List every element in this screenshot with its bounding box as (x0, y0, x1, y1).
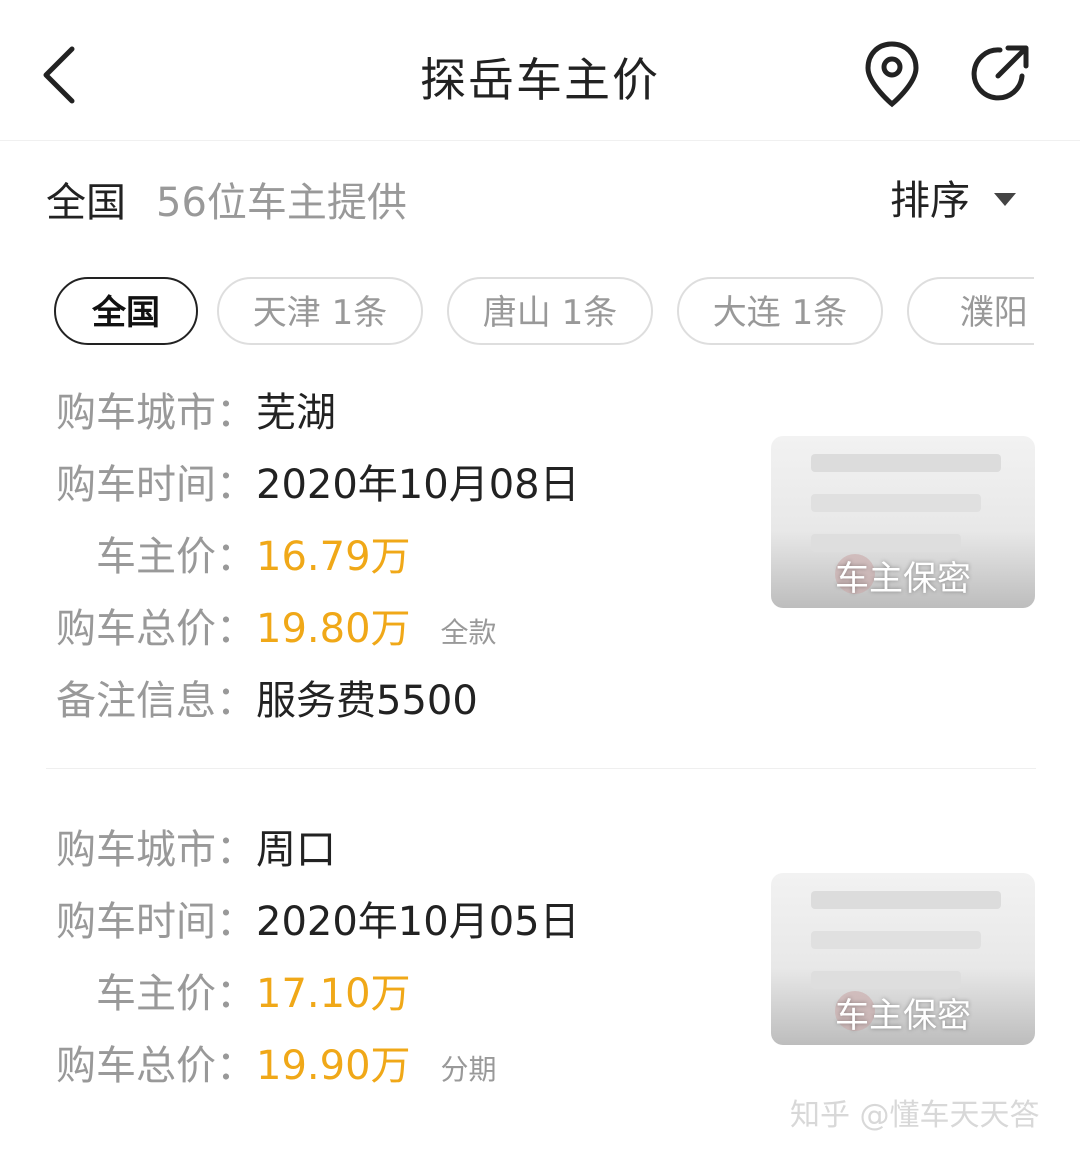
watermark: 知乎 @懂车天天答 (790, 1098, 1040, 1133)
owner-price-value: 16.79万 (256, 534, 411, 580)
owner-price-row: 车主价：16.79万 (46, 524, 411, 584)
owner-secret-label: 车主保密 (835, 559, 971, 599)
city-filter-chips: 全国 天津 1条 唐山 1条 大连 1条 濮阳 1 (54, 277, 1034, 349)
note-label: 备注信息： (56, 678, 256, 724)
chip-tangshan[interactable]: 唐山 1条 (447, 277, 653, 345)
summary-line: 全国 56位车主提供 (46, 170, 407, 228)
note-value: 服务费5500 (256, 678, 478, 724)
share-icon[interactable] (964, 38, 1036, 110)
date-value: 2020年10月05日 (256, 899, 580, 945)
owner-price-label: 车主价： (96, 971, 256, 1017)
total-price-row: 购车总价：19.90万 分期 (46, 1033, 497, 1093)
date-row: 购车时间：2020年10月08日 (46, 452, 580, 512)
city-label: 购车城市： (56, 827, 256, 873)
total-price-value: 19.80万 (256, 606, 411, 652)
chip-dalian[interactable]: 大连 1条 (677, 277, 883, 345)
payment-type-tag: 分期 (440, 1053, 497, 1086)
owner-count: 56位车主提供 (156, 180, 407, 226)
city-label: 购车城市： (56, 390, 256, 436)
date-value: 2020年10月08日 (256, 462, 580, 508)
total-price-label: 购车总价： (56, 1043, 256, 1089)
chip-tianjin[interactable]: 天津 1条 (217, 277, 423, 345)
invoice-thumbnail[interactable]: 车主保密 (771, 873, 1035, 1045)
city-value: 周口 (256, 827, 336, 873)
city-row: 购车城市：周口 (46, 817, 336, 877)
region-label: 全国 (46, 180, 126, 226)
chip-all[interactable]: 全国 (54, 277, 198, 345)
location-pin-icon[interactable] (856, 38, 928, 110)
city-value: 芜湖 (256, 390, 336, 436)
chip-puyang[interactable]: 濮阳 1 (907, 277, 1034, 345)
divider (46, 768, 1036, 769)
owner-price-label: 车主价： (96, 534, 256, 580)
sort-dropdown[interactable]: 排序 (890, 168, 1016, 226)
owner-price-value: 17.10万 (256, 971, 411, 1017)
date-label: 购车时间： (56, 899, 256, 945)
top-bar: 探岳车主价 (0, 0, 1080, 141)
note-row: 备注信息：服务费5500 (46, 668, 478, 728)
owner-secret-label: 车主保密 (835, 996, 971, 1036)
owner-price-row: 车主价：17.10万 (46, 961, 411, 1021)
date-row: 购车时间：2020年10月05日 (46, 889, 580, 949)
dropdown-arrow-icon (994, 192, 1016, 206)
date-label: 购车时间： (56, 462, 256, 508)
invoice-thumbnail[interactable]: 车主保密 (771, 436, 1035, 608)
payment-type-tag: 全款 (440, 616, 497, 649)
total-price-row: 购车总价：19.80万 全款 (46, 596, 497, 656)
sort-label: 排序 (890, 178, 970, 224)
total-price-label: 购车总价： (56, 606, 256, 652)
total-price-value: 19.90万 (256, 1043, 411, 1089)
city-row: 购车城市：芜湖 (46, 380, 336, 440)
